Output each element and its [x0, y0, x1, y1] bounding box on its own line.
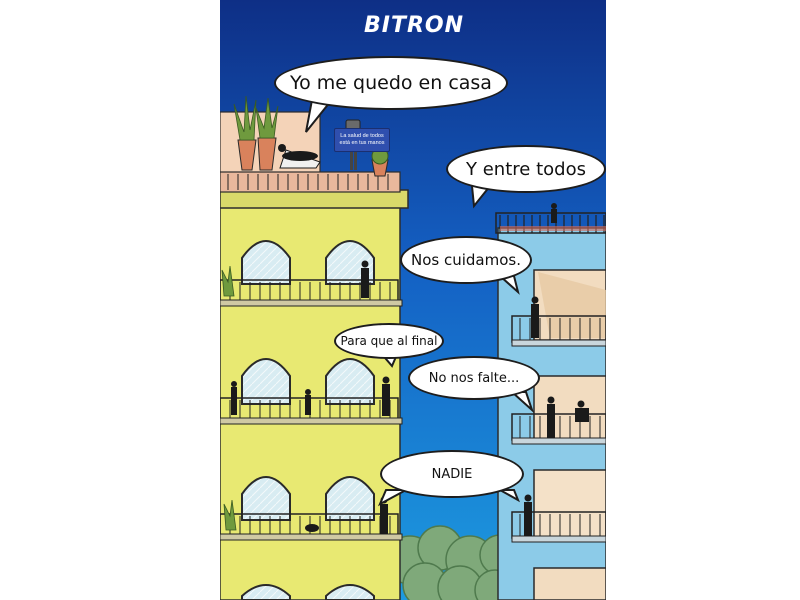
poster-illustration: BITRON La salud de todos está en tus man…: [220, 0, 606, 600]
speech-bubble-2: Y entre todos: [446, 145, 606, 193]
speech-bubble-3: Nos cuidamos.: [400, 236, 532, 284]
health-sign: La salud de todos está en tus manos: [334, 128, 390, 152]
speech-bubble-5: No nos falte...: [408, 356, 540, 400]
speech-bubble-1: Yo me quedo en casa: [274, 56, 508, 110]
bitron-logo: BITRON: [363, 13, 464, 38]
speech-bubble-6: NADIE: [380, 450, 524, 498]
speech-bubble-4: Para que al final: [334, 323, 444, 359]
